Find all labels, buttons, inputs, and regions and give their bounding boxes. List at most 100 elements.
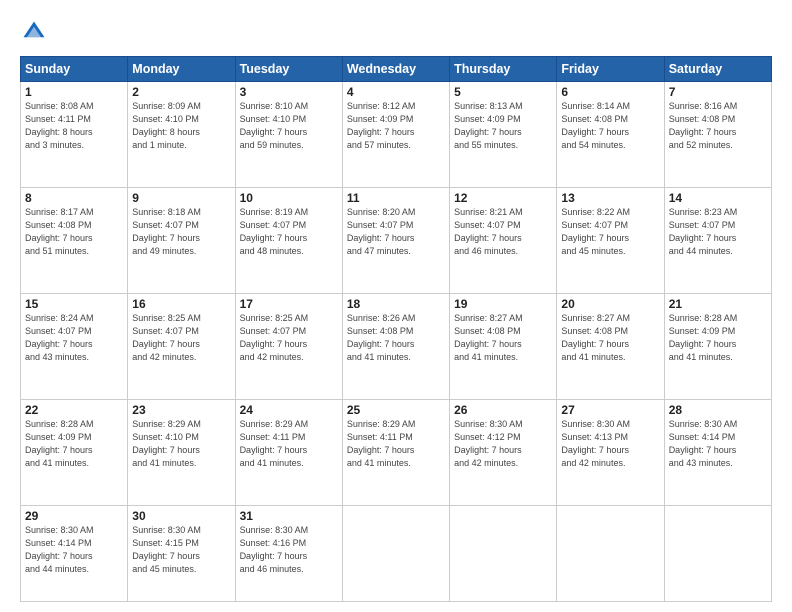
day-number: 21 [669,297,767,311]
week-row-3: 15Sunrise: 8:24 AM Sunset: 4:07 PM Dayli… [21,294,772,400]
day-number: 24 [240,403,338,417]
day-cell [450,506,557,602]
day-info: Sunrise: 8:24 AM Sunset: 4:07 PM Dayligh… [25,312,123,364]
day-info: Sunrise: 8:10 AM Sunset: 4:10 PM Dayligh… [240,100,338,152]
day-info: Sunrise: 8:08 AM Sunset: 4:11 PM Dayligh… [25,100,123,152]
day-cell: 28Sunrise: 8:30 AM Sunset: 4:14 PM Dayli… [664,400,771,506]
day-number: 3 [240,85,338,99]
day-number: 17 [240,297,338,311]
day-cell: 5Sunrise: 8:13 AM Sunset: 4:09 PM Daylig… [450,82,557,188]
day-info: Sunrise: 8:18 AM Sunset: 4:07 PM Dayligh… [132,206,230,258]
col-header-friday: Friday [557,57,664,82]
day-cell: 21Sunrise: 8:28 AM Sunset: 4:09 PM Dayli… [664,294,771,400]
col-header-wednesday: Wednesday [342,57,449,82]
day-cell [342,506,449,602]
day-cell: 23Sunrise: 8:29 AM Sunset: 4:10 PM Dayli… [128,400,235,506]
day-cell: 20Sunrise: 8:27 AM Sunset: 4:08 PM Dayli… [557,294,664,400]
day-cell: 8Sunrise: 8:17 AM Sunset: 4:08 PM Daylig… [21,188,128,294]
day-cell: 3Sunrise: 8:10 AM Sunset: 4:10 PM Daylig… [235,82,342,188]
day-number: 25 [347,403,445,417]
col-header-tuesday: Tuesday [235,57,342,82]
day-cell: 12Sunrise: 8:21 AM Sunset: 4:07 PM Dayli… [450,188,557,294]
day-cell: 30Sunrise: 8:30 AM Sunset: 4:15 PM Dayli… [128,506,235,602]
day-number: 29 [25,509,123,523]
day-info: Sunrise: 8:26 AM Sunset: 4:08 PM Dayligh… [347,312,445,364]
day-number: 26 [454,403,552,417]
day-number: 22 [25,403,123,417]
day-cell: 15Sunrise: 8:24 AM Sunset: 4:07 PM Dayli… [21,294,128,400]
day-info: Sunrise: 8:30 AM Sunset: 4:12 PM Dayligh… [454,418,552,470]
day-number: 18 [347,297,445,311]
day-info: Sunrise: 8:09 AM Sunset: 4:10 PM Dayligh… [132,100,230,152]
day-number: 27 [561,403,659,417]
day-cell: 26Sunrise: 8:30 AM Sunset: 4:12 PM Dayli… [450,400,557,506]
day-info: Sunrise: 8:17 AM Sunset: 4:08 PM Dayligh… [25,206,123,258]
col-header-saturday: Saturday [664,57,771,82]
day-info: Sunrise: 8:20 AM Sunset: 4:07 PM Dayligh… [347,206,445,258]
day-info: Sunrise: 8:14 AM Sunset: 4:08 PM Dayligh… [561,100,659,152]
day-info: Sunrise: 8:30 AM Sunset: 4:14 PM Dayligh… [25,524,123,576]
day-number: 13 [561,191,659,205]
day-cell: 7Sunrise: 8:16 AM Sunset: 4:08 PM Daylig… [664,82,771,188]
day-info: Sunrise: 8:25 AM Sunset: 4:07 PM Dayligh… [132,312,230,364]
day-number: 15 [25,297,123,311]
day-number: 16 [132,297,230,311]
week-row-5: 29Sunrise: 8:30 AM Sunset: 4:14 PM Dayli… [21,506,772,602]
day-info: Sunrise: 8:28 AM Sunset: 4:09 PM Dayligh… [25,418,123,470]
day-info: Sunrise: 8:27 AM Sunset: 4:08 PM Dayligh… [454,312,552,364]
day-number: 12 [454,191,552,205]
day-cell: 27Sunrise: 8:30 AM Sunset: 4:13 PM Dayli… [557,400,664,506]
day-number: 11 [347,191,445,205]
header [20,18,772,46]
col-header-sunday: Sunday [21,57,128,82]
day-info: Sunrise: 8:27 AM Sunset: 4:08 PM Dayligh… [561,312,659,364]
day-info: Sunrise: 8:21 AM Sunset: 4:07 PM Dayligh… [454,206,552,258]
day-number: 30 [132,509,230,523]
col-header-thursday: Thursday [450,57,557,82]
column-header-row: SundayMondayTuesdayWednesdayThursdayFrid… [21,57,772,82]
day-info: Sunrise: 8:29 AM Sunset: 4:10 PM Dayligh… [132,418,230,470]
week-row-4: 22Sunrise: 8:28 AM Sunset: 4:09 PM Dayli… [21,400,772,506]
day-cell: 18Sunrise: 8:26 AM Sunset: 4:08 PM Dayli… [342,294,449,400]
day-info: Sunrise: 8:25 AM Sunset: 4:07 PM Dayligh… [240,312,338,364]
day-number: 20 [561,297,659,311]
day-cell: 29Sunrise: 8:30 AM Sunset: 4:14 PM Dayli… [21,506,128,602]
day-info: Sunrise: 8:30 AM Sunset: 4:13 PM Dayligh… [561,418,659,470]
day-info: Sunrise: 8:29 AM Sunset: 4:11 PM Dayligh… [347,418,445,470]
day-number: 14 [669,191,767,205]
day-number: 23 [132,403,230,417]
logo-icon [20,18,48,46]
day-info: Sunrise: 8:19 AM Sunset: 4:07 PM Dayligh… [240,206,338,258]
day-cell: 14Sunrise: 8:23 AM Sunset: 4:07 PM Dayli… [664,188,771,294]
day-cell: 31Sunrise: 8:30 AM Sunset: 4:16 PM Dayli… [235,506,342,602]
day-cell: 1Sunrise: 8:08 AM Sunset: 4:11 PM Daylig… [21,82,128,188]
day-cell: 10Sunrise: 8:19 AM Sunset: 4:07 PM Dayli… [235,188,342,294]
week-row-1: 1Sunrise: 8:08 AM Sunset: 4:11 PM Daylig… [21,82,772,188]
day-number: 19 [454,297,552,311]
calendar-table: SundayMondayTuesdayWednesdayThursdayFrid… [20,56,772,602]
day-info: Sunrise: 8:13 AM Sunset: 4:09 PM Dayligh… [454,100,552,152]
day-cell: 16Sunrise: 8:25 AM Sunset: 4:07 PM Dayli… [128,294,235,400]
day-info: Sunrise: 8:29 AM Sunset: 4:11 PM Dayligh… [240,418,338,470]
day-info: Sunrise: 8:30 AM Sunset: 4:16 PM Dayligh… [240,524,338,576]
day-number: 5 [454,85,552,99]
day-cell: 25Sunrise: 8:29 AM Sunset: 4:11 PM Dayli… [342,400,449,506]
day-info: Sunrise: 8:30 AM Sunset: 4:15 PM Dayligh… [132,524,230,576]
day-cell [664,506,771,602]
page: SundayMondayTuesdayWednesdayThursdayFrid… [0,0,792,612]
week-row-2: 8Sunrise: 8:17 AM Sunset: 4:08 PM Daylig… [21,188,772,294]
day-info: Sunrise: 8:28 AM Sunset: 4:09 PM Dayligh… [669,312,767,364]
day-cell: 22Sunrise: 8:28 AM Sunset: 4:09 PM Dayli… [21,400,128,506]
day-number: 28 [669,403,767,417]
day-info: Sunrise: 8:12 AM Sunset: 4:09 PM Dayligh… [347,100,445,152]
day-cell [557,506,664,602]
day-number: 2 [132,85,230,99]
day-number: 7 [669,85,767,99]
day-cell: 24Sunrise: 8:29 AM Sunset: 4:11 PM Dayli… [235,400,342,506]
day-info: Sunrise: 8:30 AM Sunset: 4:14 PM Dayligh… [669,418,767,470]
day-number: 8 [25,191,123,205]
day-cell: 13Sunrise: 8:22 AM Sunset: 4:07 PM Dayli… [557,188,664,294]
day-number: 4 [347,85,445,99]
day-cell: 4Sunrise: 8:12 AM Sunset: 4:09 PM Daylig… [342,82,449,188]
day-cell: 11Sunrise: 8:20 AM Sunset: 4:07 PM Dayli… [342,188,449,294]
